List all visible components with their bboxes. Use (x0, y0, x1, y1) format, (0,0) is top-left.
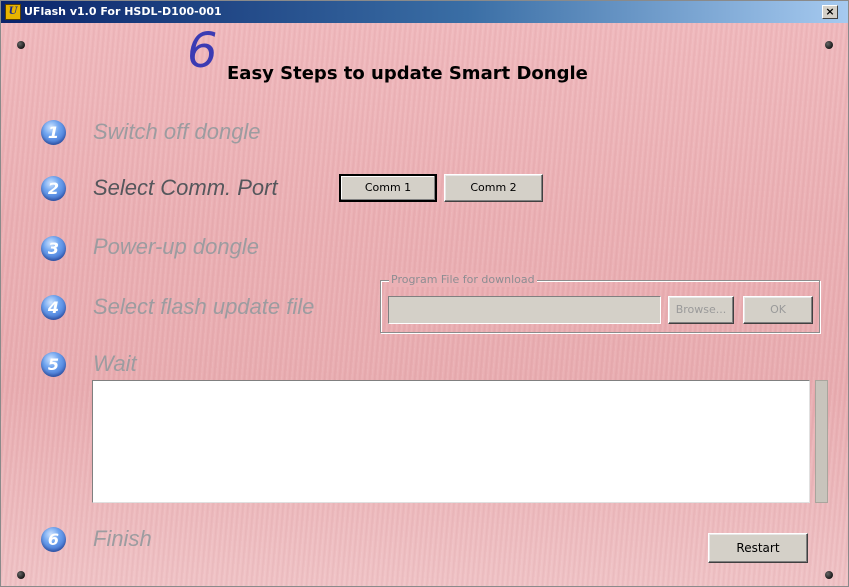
step-4-label: Select flash update file (93, 294, 315, 319)
log-scrollbar[interactable] (815, 380, 828, 503)
uflash-window: U UFlash v1.0 For HSDL-D100-001 × 6 Easy… (0, 0, 849, 587)
comm-2-button[interactable]: Comm 2 (444, 174, 543, 202)
screw-icon (17, 571, 25, 579)
heading-title: Easy Steps to update Smart Dongle (227, 63, 588, 84)
step-3-label: Power-up dongle (93, 234, 259, 259)
step-4-badge-icon: 4 (41, 295, 66, 320)
window-title: UFlash v1.0 For HSDL-D100-001 (24, 5, 222, 18)
comm-1-button[interactable]: Comm 1 (339, 174, 437, 202)
step-2-label: Select Comm. Port (93, 175, 278, 200)
step-2-badge-icon: 2 (41, 176, 66, 201)
restart-button[interactable]: Restart (708, 533, 808, 563)
step-6-badge-icon: 6 (41, 527, 66, 552)
browse-button[interactable]: Browse... (668, 296, 734, 324)
screw-icon (17, 41, 25, 49)
program-file-input[interactable] (388, 296, 661, 324)
close-button[interactable]: × (822, 5, 838, 19)
screw-icon (825, 571, 833, 579)
title-bar[interactable]: U UFlash v1.0 For HSDL-D100-001 × (1, 1, 848, 23)
ok-button[interactable]: OK (743, 296, 813, 324)
heading-number: 6 (187, 23, 218, 79)
step-3-badge-icon: 3 (41, 236, 66, 261)
program-file-group-label: Program File for download (389, 273, 537, 287)
step-5-badge-icon: 5 (41, 352, 66, 377)
step-5-label: Wait (93, 351, 137, 376)
uflash-app-icon: U (5, 4, 21, 20)
screw-icon (825, 41, 833, 49)
step-1-label: Switch off dongle (93, 119, 261, 144)
main-panel: 6 Easy Steps to update Smart Dongle 1 Sw… (1, 23, 848, 586)
progress-log-textarea[interactable] (92, 380, 810, 503)
step-1-badge-icon: 1 (41, 120, 66, 145)
program-file-group: Program File for download Browse... OK (380, 273, 820, 333)
step-6-label: Finish (93, 526, 152, 551)
